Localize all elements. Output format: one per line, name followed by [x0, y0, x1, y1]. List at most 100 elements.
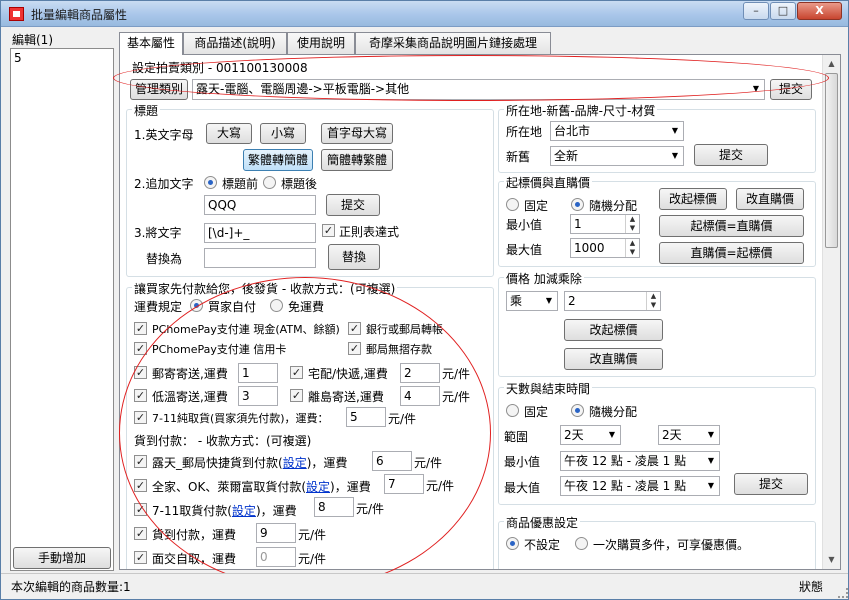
postal-noreg-checkbox[interactable]: ✓ — [348, 342, 361, 355]
capitalize-button[interactable]: 首字母大寫 — [321, 123, 393, 144]
cod-label: 貨到付款，運費 — [152, 528, 237, 542]
cold-checkbox[interactable]: ✓ — [134, 389, 147, 402]
pchome-card-label: PChomePay支付連 信用卡 — [152, 343, 287, 356]
bank-transfer-checkbox[interactable]: ✓ — [348, 322, 361, 335]
family-cod-label: 全家、OK、萊爾富取貨付款(設定)，運費 — [152, 480, 371, 494]
price-fixed-label: 固定 — [524, 199, 549, 213]
chevron-down-icon: ▼ — [608, 430, 616, 439]
minimize-button[interactable]: – — [743, 2, 769, 20]
multiply-direct-price-button[interactable]: 改直購價 — [564, 348, 663, 370]
start-equals-direct-button[interactable]: 起標價=直購價 — [659, 215, 804, 237]
direct-equals-start-button[interactable]: 直購價=起標價 — [659, 242, 804, 264]
days-min-select[interactable]: 午夜 12 點 - 凌晨 1 點 ▼ — [560, 451, 720, 471]
operator-select[interactable]: 乘 ▼ — [506, 291, 558, 311]
radio-after-label: 標題後 — [281, 177, 318, 191]
mail-checkbox[interactable]: ✓ — [134, 366, 147, 379]
days-max-value: 午夜 12 點 - 凌晨 1 點 — [564, 479, 687, 493]
multiply-start-price-button[interactable]: 改起標價 — [564, 319, 663, 341]
list-item[interactable]: 5 — [14, 51, 22, 65]
pchome-card-checkbox[interactable]: ✓ — [134, 342, 147, 355]
lowercase-button[interactable]: 小寫 — [260, 123, 306, 144]
price-max-value: 1000 — [574, 241, 605, 255]
append-text-input[interactable]: QQQ — [204, 195, 316, 215]
append-submit-button[interactable]: 提交 — [326, 194, 380, 216]
island-fee-input[interactable]: 4 — [400, 386, 440, 406]
scroll-thumb[interactable] — [825, 73, 838, 248]
family-cod-checkbox[interactable]: ✓ — [134, 479, 147, 492]
radio-free-shipping[interactable] — [270, 299, 283, 312]
tab-description[interactable]: 商品描述(說明) — [183, 32, 287, 54]
category-select[interactable]: 露天-電腦、電腦周邊->平板電腦->其他 ▼ — [192, 79, 765, 100]
cold-fee-input[interactable]: 3 — [238, 386, 278, 406]
seven-pay-first-checkbox[interactable]: ✓ — [134, 411, 147, 424]
operator-value: 乘 — [510, 294, 523, 308]
tab-usage[interactable]: 使用說明 — [287, 32, 355, 54]
change-direct-price-button[interactable]: 改直購價 — [736, 188, 804, 210]
multiply-value-input[interactable]: 2 ▲ ▼ — [564, 291, 661, 311]
pchome-cash-checkbox[interactable]: ✓ — [134, 322, 147, 335]
face-fee-input[interactable]: 0 — [256, 547, 296, 567]
radio-buyer-pays[interactable] — [190, 299, 203, 312]
family-cod-settings-link[interactable]: 設定 — [306, 480, 330, 494]
uppercase-button[interactable]: 大寫 — [206, 123, 252, 144]
post-cod-settings-link[interactable]: 設定 — [283, 456, 307, 470]
days-submit-button[interactable]: 提交 — [734, 473, 808, 495]
home-fee-input[interactable]: 2 — [400, 363, 440, 383]
seven-cod-fee-input[interactable]: 8 — [314, 497, 354, 517]
location-select[interactable]: 台北市 ▼ — [550, 121, 684, 141]
manual-add-button[interactable]: 手動增加 — [13, 547, 111, 569]
cod-header: 貨到付款： - 收款方式：(可複選) — [134, 434, 312, 448]
home-checkbox[interactable]: ✓ — [290, 366, 303, 379]
spin-arrows-icon[interactable]: ▲ ▼ — [625, 215, 639, 233]
location-submit-button[interactable]: 提交 — [694, 144, 768, 166]
radio-after[interactable] — [263, 176, 276, 189]
radio-price-fixed[interactable] — [506, 198, 519, 211]
regex-checkbox[interactable]: ✓ — [322, 224, 335, 237]
scroll-down-icon[interactable]: ▼ — [823, 551, 840, 568]
change-start-price-button[interactable]: 改起標價 — [659, 188, 727, 210]
face-checkbox[interactable]: ✓ — [134, 551, 147, 564]
spin-arrows-icon[interactable]: ▲ ▼ — [625, 239, 639, 257]
seven-pay-first-fee-input[interactable]: 5 — [346, 407, 386, 427]
mail-fee-input[interactable]: 1 — [238, 363, 278, 383]
days-max-select[interactable]: 午夜 12 點 - 凌晨 1 點 ▼ — [560, 476, 720, 496]
manage-category-button[interactable]: 管理類別 — [130, 79, 188, 100]
range-from-select[interactable]: 2天 ▼ — [560, 425, 621, 445]
days-random-label: 隨機分配 — [589, 405, 638, 419]
radio-before[interactable] — [204, 176, 217, 189]
seven-cod-checkbox[interactable]: ✓ — [134, 503, 147, 516]
radio-days-fixed[interactable] — [506, 404, 519, 417]
replace-with-input[interactable] — [204, 248, 316, 268]
close-button[interactable]: X — [797, 2, 842, 20]
vertical-scrollbar[interactable]: ▲ ▼ — [822, 55, 840, 569]
island-checkbox[interactable]: ✓ — [290, 389, 303, 402]
multiply-group-label: 價格 加減乘除 — [504, 270, 584, 287]
maximize-button[interactable]: □ — [770, 2, 796, 20]
radio-price-random[interactable] — [571, 198, 584, 211]
radio-days-random[interactable] — [571, 404, 584, 417]
tab-image-link[interactable]: 奇摩采集商品說明圖片鏈接處理 — [355, 32, 551, 54]
tab-basic[interactable]: 基本屬性 — [119, 32, 183, 55]
simp-to-trad-button[interactable]: 簡體轉繁體 — [321, 149, 393, 171]
range-to-select[interactable]: 2天 ▼ — [658, 425, 720, 445]
spin-arrows-icon[interactable]: ▲ ▼ — [646, 292, 660, 310]
edit-list[interactable]: 5 — [10, 48, 114, 571]
price-min-input[interactable]: 1 ▲ ▼ — [570, 214, 640, 234]
category-submit-button[interactable]: 提交 — [770, 79, 812, 100]
post-cod-fee-input[interactable]: 6 — [372, 451, 412, 471]
post-cod-checkbox[interactable]: ✓ — [134, 455, 147, 468]
trad-to-simp-button[interactable]: 繁體轉簡體 — [243, 149, 313, 171]
seven-cod-settings-link[interactable]: 設定 — [232, 504, 256, 518]
replace-button[interactable]: 替換 — [328, 244, 380, 270]
scroll-up-icon[interactable]: ▲ — [823, 55, 840, 72]
condition-select[interactable]: 全新 ▼ — [550, 146, 684, 166]
resize-grip-icon[interactable] — [838, 588, 848, 598]
radio-discount-none[interactable] — [506, 537, 519, 550]
cod-checkbox[interactable]: ✓ — [134, 527, 147, 540]
buyer-pays-label: 買家自付 — [208, 300, 257, 314]
radio-discount-multi[interactable] — [575, 537, 588, 550]
replace-pattern-input[interactable]: [\d-]+_ — [204, 223, 316, 243]
price-max-input[interactable]: 1000 ▲ ▼ — [570, 238, 640, 258]
family-cod-fee-input[interactable]: 7 — [384, 474, 424, 494]
cod-fee-input[interactable]: 9 — [256, 523, 296, 543]
